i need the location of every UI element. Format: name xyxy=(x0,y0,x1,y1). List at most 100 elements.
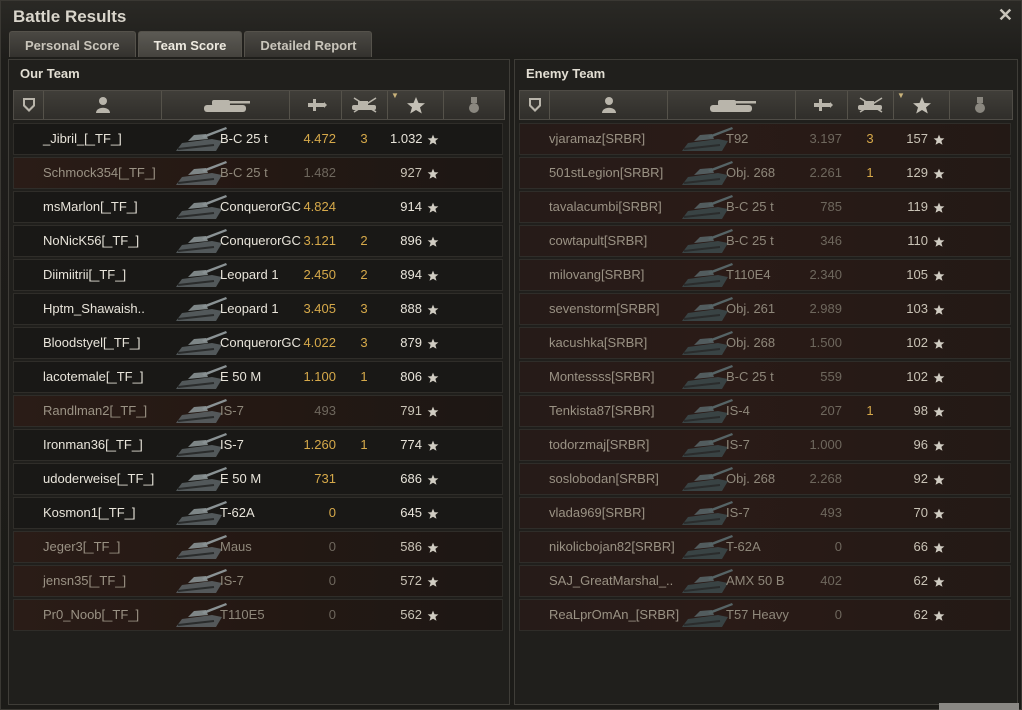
player-name: ReaLprOmAn_[SRBR] xyxy=(549,607,680,622)
table-row[interactable]: 501stLegion[SRBR] Obj. 268 2.261 1 129 xyxy=(519,157,1011,189)
kills-value: 3 xyxy=(866,131,874,146)
vehicle-name: Maus xyxy=(220,539,252,554)
kills-value xyxy=(855,328,885,358)
close-icon[interactable]: ✕ xyxy=(998,5,1013,26)
column-header-kills[interactable] xyxy=(342,91,388,119)
damage-value: 0 xyxy=(328,539,336,554)
column-header-achievements[interactable] xyxy=(444,91,504,119)
xp-value: 686 xyxy=(400,471,422,486)
table-row[interactable]: _Jibril_[_TF_] B-C 25 t 4.472 3 1.032 xyxy=(13,123,503,155)
table-row[interactable]: Randlman2[_TF_] IS-7 493 791 xyxy=(13,395,503,427)
table-row[interactable]: jensn35[_TF_] IS-7 0 572 xyxy=(13,565,503,597)
column-header-damage[interactable] xyxy=(796,91,848,119)
xp-value: 98 xyxy=(913,403,928,418)
vehicle-name: Leopard 1 xyxy=(220,301,279,316)
table-row[interactable]: Hptm_Shawaish.. Leopard 1 3.405 3 888 xyxy=(13,293,503,325)
star-icon xyxy=(933,439,945,451)
table-row[interactable]: todorzmaj[SRBR] IS-7 1.000 96 xyxy=(519,429,1011,461)
vehicle-name: B-C 25 t xyxy=(220,165,268,180)
kills-value xyxy=(349,464,379,494)
star-icon xyxy=(427,405,439,417)
table-row[interactable]: NoNicK56[_TF_] ConquerorGC 3.121 2 896 xyxy=(13,225,503,257)
table-row[interactable]: Bloodstyel[_TF_] ConquerorGC 4.022 3 879 xyxy=(13,327,503,359)
kills-value xyxy=(855,192,885,222)
damage-icon xyxy=(307,99,327,111)
table-row[interactable]: ReaLprOmAn_[SRBR] T57 Heavy 0 62 xyxy=(519,599,1011,631)
table-row[interactable]: soslobodan[SRBR] Obj. 268 2.268 92 xyxy=(519,463,1011,495)
table-row[interactable]: kacushka[SRBR] Obj. 268 1.500 102 xyxy=(519,327,1011,359)
damage-value: 731 xyxy=(314,471,336,486)
star-icon xyxy=(933,405,945,417)
table-row[interactable]: Jeger3[_TF_] Maus 0 586 xyxy=(13,531,503,563)
table-row[interactable]: udoderweise[_TF_] E 50 M 731 686 xyxy=(13,463,503,495)
player-name: vlada969[SRBR] xyxy=(549,505,646,520)
vehicle-name: T-62A xyxy=(220,505,255,520)
table-row[interactable]: sevenstorm[SRBR] Obj. 261 2.989 103 xyxy=(519,293,1011,325)
tab-team-score[interactable]: Team Score xyxy=(137,31,243,57)
table-row[interactable]: milovang[SRBR] T110E4 2.340 105 xyxy=(519,259,1011,291)
our-team-panel: Our Team ▼ _Jibril_[_TF_] B-C 25 t 4.472 3… xyxy=(8,59,510,705)
column-header-achievements[interactable] xyxy=(950,91,1010,119)
platoon-icon xyxy=(22,98,35,112)
star-icon xyxy=(427,473,439,485)
table-row[interactable]: Tenkista87[SRBR] IS-4 207 1 98 xyxy=(519,395,1011,427)
star-icon xyxy=(933,133,945,145)
table-row[interactable]: Diimiitrii[_TF_] Leopard 1 2.450 2 894 xyxy=(13,259,503,291)
our-team-title: Our Team xyxy=(20,66,80,81)
player-name: msMarlon[_TF_] xyxy=(43,199,138,214)
vehicle-name: IS-4 xyxy=(726,403,750,418)
table-row[interactable]: vlada969[SRBR] IS-7 493 70 xyxy=(519,497,1011,529)
tab-personal-score[interactable]: Personal Score xyxy=(9,31,136,57)
xp-value: 888 xyxy=(400,301,422,316)
kills-value xyxy=(855,532,885,562)
kills-icon xyxy=(857,97,882,113)
table-row[interactable]: nikolicbojan82[SRBR] T-62A 0 66 xyxy=(519,531,1011,563)
vehicle-name: T-62A xyxy=(726,539,761,554)
table-row[interactable]: Ironman36[_TF_] IS-7 1.260 1 774 xyxy=(13,429,503,461)
player-name: SAJ_GreatMarshal_.. xyxy=(549,573,674,588)
table-row[interactable]: Montessss[SRBR] B-C 25 t 559 102 xyxy=(519,361,1011,393)
damage-value: 3.197 xyxy=(809,131,842,146)
kills-icon xyxy=(351,97,376,113)
column-header-player[interactable] xyxy=(550,91,668,119)
column-header-platoon[interactable] xyxy=(520,91,550,119)
column-header-platoon[interactable] xyxy=(14,91,44,119)
vehicle-name: Obj. 268 xyxy=(726,165,776,180)
star-icon xyxy=(933,541,945,553)
damage-value: 2.989 xyxy=(809,301,842,316)
table-row[interactable]: msMarlon[_TF_] ConquerorGC 4.824 914 xyxy=(13,191,503,223)
damage-value: 1.482 xyxy=(303,165,336,180)
column-header-player[interactable] xyxy=(44,91,162,119)
table-row[interactable]: lacotemale[_TF_] E 50 M 1.100 1 806 xyxy=(13,361,503,393)
player-name: Schmock354[_TF_] xyxy=(43,165,156,180)
vehicle-name: B-C 25 t xyxy=(726,233,774,248)
table-row[interactable]: Kosmon1[_TF_] T-62A 0 645 xyxy=(13,497,503,529)
tab-detailed-report[interactable]: Detailed Report xyxy=(244,31,373,57)
table-row[interactable]: cowtapult[SRBR] B-C 25 t 346 110 xyxy=(519,225,1011,257)
player-name: NoNicK56[_TF_] xyxy=(43,233,140,248)
table-row[interactable]: vjaramaz[SRBR] T92 3.197 3 157 xyxy=(519,123,1011,155)
table-row[interactable]: Pr0_Noob[_TF_] T110E5 0 562 xyxy=(13,599,503,631)
column-header-kills[interactable] xyxy=(848,91,894,119)
player-icon xyxy=(601,97,616,113)
kills-value xyxy=(855,430,885,460)
damage-value: 785 xyxy=(820,199,842,214)
table-row[interactable]: Schmock354[_TF_] B-C 25 t 1.482 927 xyxy=(13,157,503,189)
damage-value: 493 xyxy=(314,403,336,418)
column-header-xp[interactable]: ▼ xyxy=(388,91,444,119)
table-row[interactable]: tavalacumbi[SRBR] B-C 25 t 785 119 xyxy=(519,191,1011,223)
kills-value xyxy=(855,362,885,392)
table-row[interactable]: SAJ_GreatMarshal_.. AMX 50 B 402 62 xyxy=(519,565,1011,597)
column-header-xp[interactable]: ▼ xyxy=(894,91,950,119)
column-header-vehicle[interactable] xyxy=(668,91,796,119)
player-name: kacushka[SRBR] xyxy=(549,335,648,350)
window-resize-grip[interactable] xyxy=(939,703,1019,710)
xp-value: 562 xyxy=(400,607,422,622)
star-icon xyxy=(933,201,945,213)
kills-value: 2 xyxy=(360,233,368,248)
damage-value: 0 xyxy=(328,607,336,622)
damage-value: 4.472 xyxy=(303,131,336,146)
column-header-damage[interactable] xyxy=(290,91,342,119)
column-header-vehicle[interactable] xyxy=(162,91,290,119)
player-name: Jeger3[_TF_] xyxy=(43,539,121,554)
